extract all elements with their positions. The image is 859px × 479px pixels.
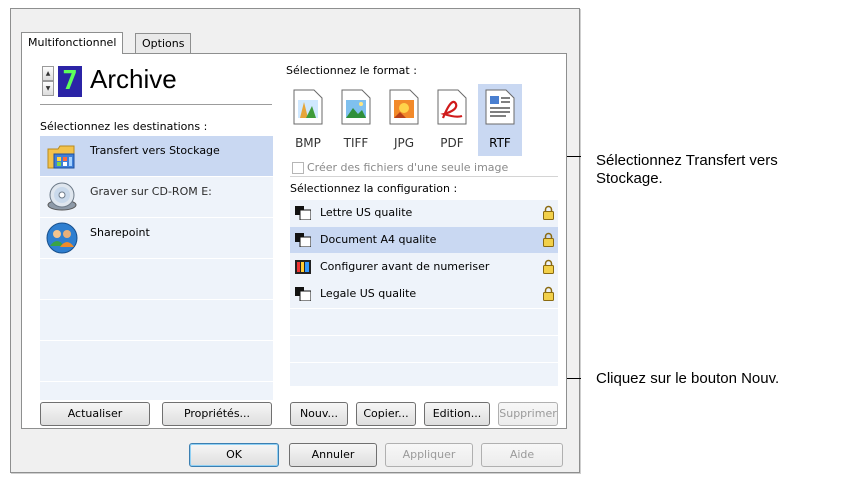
list-separator [290, 335, 558, 336]
config-label: Document A4 qualite [320, 233, 437, 246]
format-label-text: PDF [440, 136, 464, 150]
rtf-icon [485, 89, 515, 125]
copy-button[interactable]: Copier... [356, 402, 416, 426]
cd-rom-icon [47, 182, 77, 211]
scanner-config-icon [295, 233, 311, 247]
destination-label: Graver sur CD-ROM E: [90, 185, 212, 198]
format-pdf[interactable]: PDF [430, 84, 474, 156]
ok-button[interactable]: OK [189, 443, 279, 467]
lock-icon [543, 232, 554, 247]
destinations-label: Sélectionnez les destinations : [40, 120, 208, 133]
config-label: Configurer avant de numeriser [320, 260, 490, 273]
sharepoint-icon [46, 222, 78, 254]
tab-options[interactable]: Options [135, 33, 192, 54]
format-label-text: RTF [489, 136, 511, 150]
format-label-text: TIFF [343, 136, 369, 150]
callout-click-new: Cliquez sur le bouton Nouv. [596, 370, 780, 387]
destination-item-cd-rom[interactable]: Graver sur CD-ROM E: [40, 177, 273, 217]
format-tiff[interactable]: TIFF [334, 84, 378, 156]
configure-before-scan-icon [295, 260, 311, 274]
config-label: Lettre US qualite [320, 206, 413, 219]
destination-item-storage[interactable]: Transfert vers Stockage [40, 136, 273, 176]
destination-label: Sharepoint [90, 226, 150, 239]
destination-list[interactable]: Transfert vers Stockage Graver sur CD-RO… [40, 136, 273, 400]
help-button[interactable]: Aide [481, 443, 563, 467]
checkbox-divider [290, 176, 558, 177]
configuration-list[interactable]: Lettre US qualite Document A4 qualite Co… [290, 200, 558, 386]
lock-icon [543, 259, 554, 274]
configuration-label: Sélectionnez la configuration : [290, 182, 458, 195]
tab-multifonctionnel[interactable]: Multifonctionnel [21, 32, 124, 54]
list-separator [290, 308, 558, 309]
profile-name: Archive [90, 64, 177, 94]
jpg-icon [389, 89, 419, 125]
tiff-icon [341, 89, 371, 125]
cancel-button[interactable]: Annuler [289, 443, 377, 467]
format-rtf[interactable]: RTF [478, 84, 522, 156]
lock-icon [543, 205, 554, 220]
list-separator [40, 258, 273, 259]
format-selector[interactable]: BMP TIFF JPG PDF RTF [286, 84, 559, 156]
apply-button[interactable]: Appliquer [385, 443, 473, 467]
properties-button[interactable]: Propriétés... [162, 402, 272, 426]
format-label: Sélectionnez le format : [286, 64, 417, 77]
tab-panel: ▲ ▼ 7 Archive Sélectionnez les destinati… [21, 53, 567, 429]
new-button[interactable]: Nouv... [290, 402, 348, 426]
format-jpg[interactable]: JPG [382, 84, 426, 156]
list-separator [40, 299, 273, 300]
config-label: Legale US qualite [320, 287, 417, 300]
scanner-config-icon [295, 206, 311, 220]
pdf-icon [437, 89, 467, 125]
profile-spinner[interactable]: ▲ ▼ [42, 66, 54, 96]
format-bmp[interactable]: BMP [286, 84, 330, 156]
delete-button[interactable]: Supprimer [498, 402, 558, 426]
single-image-checkbox[interactable] [292, 162, 304, 174]
edit-button[interactable]: Edition... [424, 402, 490, 426]
list-separator [290, 362, 558, 363]
spinner-down-icon[interactable]: ▼ [42, 81, 54, 96]
single-image-checkbox-label: Créer des fichiers d'une seule image [307, 161, 509, 174]
destination-label: Transfert vers Stockage [90, 144, 220, 157]
list-separator [40, 340, 273, 341]
destination-item-sharepoint[interactable]: Sharepoint [40, 218, 273, 258]
lock-icon [543, 286, 554, 301]
scanner-config-icon [295, 287, 311, 301]
spinner-up-icon[interactable]: ▲ [42, 66, 54, 81]
config-item-configurer-avant[interactable]: Configurer avant de numeriser [290, 254, 558, 280]
config-item-legale-us[interactable]: Legale US qualite [290, 281, 558, 307]
callout-select-transfer: Sélectionnez Transfert vers Stockage. [596, 152, 778, 187]
refresh-button[interactable]: Actualiser [40, 402, 150, 426]
profile-number: 7 [58, 66, 82, 97]
storage-transfer-icon [47, 145, 75, 169]
config-item-document-a4[interactable]: Document A4 qualite [290, 227, 558, 253]
profile-divider [40, 104, 272, 105]
one-touch-properties-window: Multifonctionnel Options ▲ ▼ 7 Archive S… [10, 8, 580, 473]
bmp-icon [293, 89, 323, 125]
format-label-text: JPG [393, 136, 415, 150]
list-separator [40, 381, 273, 382]
format-label-text: BMP [295, 136, 321, 150]
config-item-lettre-us[interactable]: Lettre US qualite [290, 200, 558, 226]
